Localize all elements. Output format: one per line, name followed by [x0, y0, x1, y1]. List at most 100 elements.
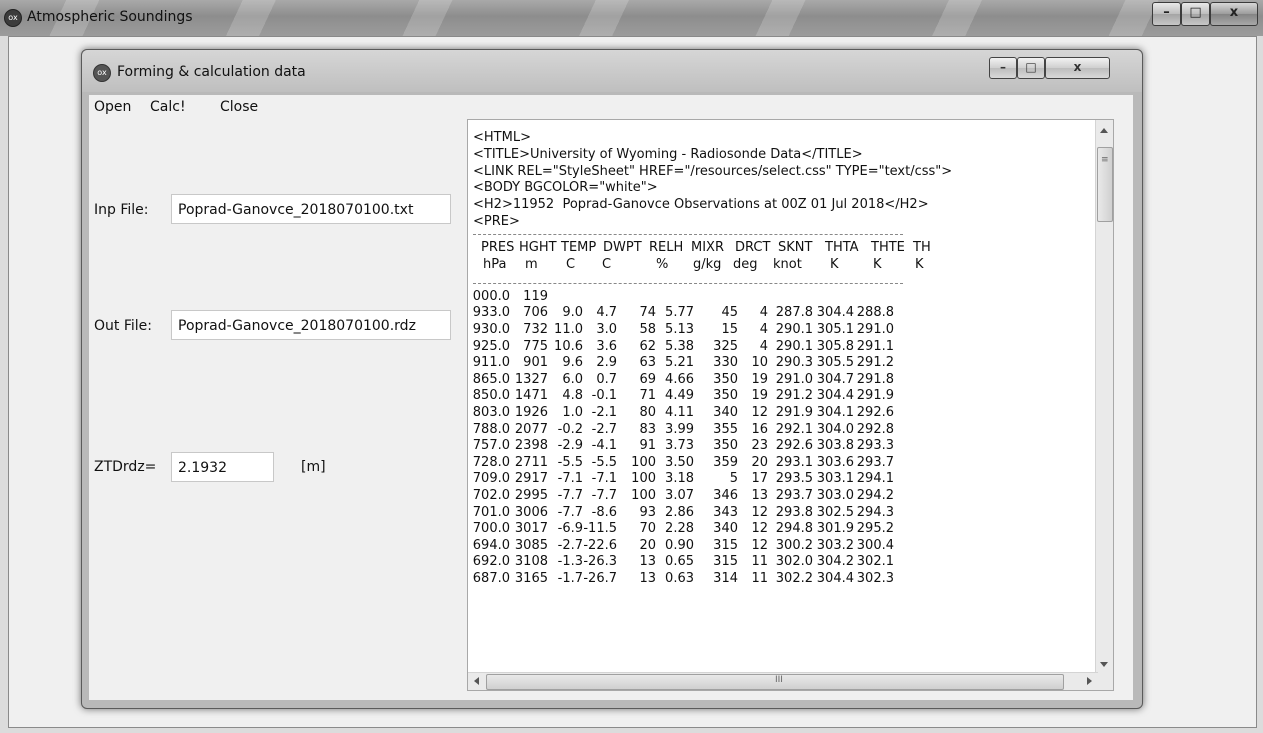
sounding-cell: 340	[713, 404, 738, 420]
sounding-cell: -2.1	[591, 404, 617, 420]
menu-calc[interactable]: Calc!	[150, 99, 186, 115]
sounding-cell: 63	[639, 355, 656, 371]
column-header-cell: THTE	[871, 239, 905, 255]
sounding-cell: 4	[759, 305, 768, 321]
sounding-cell: 80	[639, 404, 656, 420]
sounding-cell: 304.0	[816, 421, 854, 437]
horizontal-scroll-thumb[interactable]: III	[486, 674, 1064, 690]
sounding-cell: 292.6	[856, 404, 894, 420]
sounding-cell: -2.7	[557, 537, 583, 553]
sounding-cell: 304.2	[816, 554, 854, 570]
sounding-cell: 3.07	[665, 487, 694, 503]
maximize-button[interactable]: □	[1181, 2, 1210, 26]
sounding-cell: 692.0	[473, 554, 510, 570]
sounding-cell: -22.6	[583, 537, 617, 553]
sounding-cell: 2711	[514, 454, 548, 470]
sounding-cell: 304.1	[816, 404, 854, 420]
sounding-cell: 20	[751, 454, 768, 470]
minimize-button[interactable]: –	[1152, 2, 1181, 26]
sounding-cell: 1000.0	[473, 288, 510, 304]
sounding-cell: 3.0	[596, 321, 617, 337]
sounding-cell: 314	[713, 570, 738, 586]
sounding-cell: 13	[639, 570, 656, 586]
sounding-cell: 291.9	[856, 388, 894, 404]
scroll-left-arrow-icon[interactable]	[474, 677, 479, 685]
sounding-cell: 706	[523, 305, 548, 321]
scroll-up-arrow-icon[interactable]	[1100, 128, 1108, 133]
column-header-cell: HGHT	[519, 239, 557, 255]
sounding-cell: 304.4	[816, 305, 854, 321]
close-button[interactable]: x	[1210, 2, 1258, 26]
resize-corner[interactable]	[1096, 673, 1113, 690]
sounding-cell: 91	[639, 438, 656, 454]
sounding-cell: -1.3	[557, 554, 583, 570]
sounding-cell: 12	[751, 404, 768, 420]
column-header-cell: THTA	[825, 239, 859, 255]
menu-close[interactable]: Close	[220, 99, 258, 115]
sounding-cell: 71	[639, 388, 656, 404]
sounding-cell: 911.0	[473, 355, 510, 371]
sounding-cell: 302.3	[856, 570, 894, 586]
column-header-cell: DWPT	[603, 239, 642, 255]
horizontal-scrollbar[interactable]: III	[468, 672, 1098, 690]
vertical-scrollbar[interactable]: ≡	[1095, 120, 1113, 675]
column-unit-cell: m	[525, 256, 538, 272]
sounding-cell: 294.3	[856, 504, 894, 520]
sounding-cell: 292.1	[775, 421, 813, 437]
sounding-cell: 2.86	[665, 504, 694, 520]
sounding-cell: 19	[751, 371, 768, 387]
sounding-cell: -11.5	[583, 521, 617, 537]
sounding-cell: 300.2	[775, 537, 813, 553]
sounding-cell: 291.2	[775, 388, 813, 404]
column-unit-cell: knot	[773, 256, 802, 272]
horizontal-grip-icon: III	[775, 675, 783, 685]
sounding-cell: 9.6	[562, 355, 583, 371]
sounding-cell: 12	[751, 504, 768, 520]
scroll-grip-icon: ≡	[1101, 155, 1109, 165]
sounding-cell: 293.3	[856, 438, 894, 454]
dialog-titlebar[interactable]: ox Forming & calculation data – □ x	[82, 50, 1142, 92]
sounding-text-area[interactable]: <HTML> <TITLE>University of Wyoming - Rad…	[467, 119, 1114, 691]
sounding-cell: -4.1	[591, 438, 617, 454]
sounding-cell: 17	[751, 471, 768, 487]
sounding-cell: 291.8	[856, 371, 894, 387]
sounding-cell: 757.0	[473, 438, 510, 454]
dialog-title: Forming & calculation data	[117, 64, 306, 80]
sounding-cell: 1471	[514, 388, 548, 404]
html-source-line: <HTML>	[473, 130, 531, 145]
inp-file-field[interactable]: Poprad-Ganovce_2018070100.txt	[171, 194, 451, 224]
sounding-cell: 293.5	[775, 471, 813, 487]
column-unit-cell: K	[915, 256, 924, 272]
sounding-cell: 865.0	[473, 371, 510, 387]
sounding-cell: 291.2	[856, 355, 894, 371]
out-file-field[interactable]: Poprad-Ganovce_2018070100.rdz	[171, 310, 451, 340]
column-header-cell: SKNT	[778, 239, 813, 255]
sounding-cell: 293.7	[775, 487, 813, 503]
main-window-titlebar[interactable]: ox Atmospheric Soundings – □ x	[0, 0, 1263, 36]
sounding-cell: 70	[639, 521, 656, 537]
sounding-cell: 302.5	[816, 504, 854, 520]
sounding-cell: 295.2	[856, 521, 894, 537]
dialog-minimize-button[interactable]: –	[989, 57, 1017, 79]
column-header-cell: DRCT	[735, 239, 771, 255]
sounding-cell: 290.1	[775, 321, 813, 337]
sounding-cell: 933.0	[473, 305, 510, 321]
sounding-cell: 100	[631, 471, 656, 487]
dialog-close-button[interactable]: x	[1045, 57, 1110, 79]
sounding-cell: 0.65	[665, 554, 694, 570]
dialog-maximize-button[interactable]: □	[1017, 57, 1045, 79]
sounding-cell: 5.77	[665, 305, 694, 321]
sounding-cell: 850.0	[473, 388, 510, 404]
column-header: PRES HGHT TEMP DWPT RELH MIXR DRCT SKNT THTA THTE…	[473, 240, 1093, 280]
column-unit-cell: K	[873, 256, 882, 272]
inp-file-label: Inp File:	[94, 202, 149, 218]
sounding-cell: 0.7	[596, 371, 617, 387]
menu-open[interactable]: Open	[94, 99, 131, 115]
sounding-cell: 3017	[514, 521, 548, 537]
sounding-row: 933.0 706 9.0 4.7 74 5.77 45 4 287.8 304.4 288.8	[473, 305, 1093, 322]
scroll-right-arrow-icon[interactable]	[1087, 677, 1092, 685]
sounding-cell: 293.7	[856, 454, 894, 470]
scroll-down-arrow-icon[interactable]	[1100, 662, 1108, 667]
ztd-value-field[interactable]: 2.1932	[171, 452, 274, 482]
sounding-cell: -7.7	[557, 504, 583, 520]
